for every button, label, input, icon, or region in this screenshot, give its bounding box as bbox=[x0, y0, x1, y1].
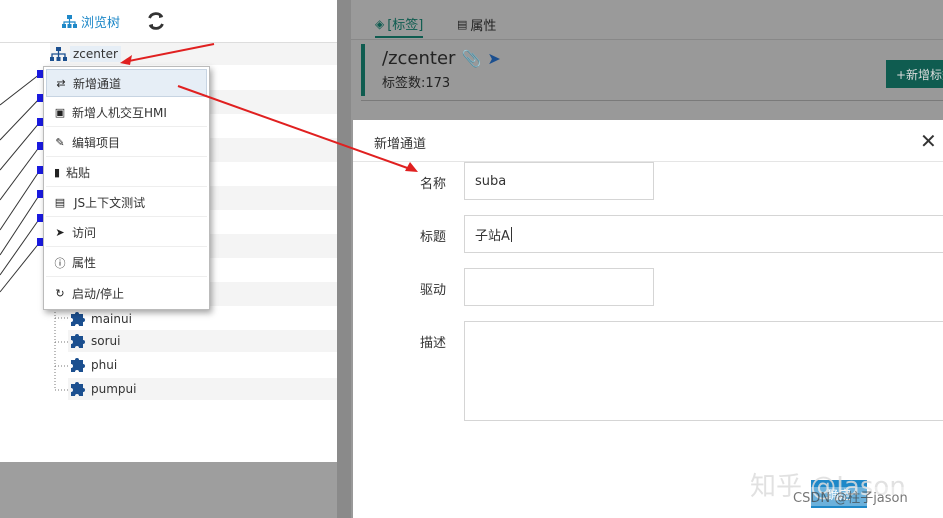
tab-bar: ◈ [标签] ▤ 属性 bbox=[351, 0, 943, 40]
menu-item-label: JS上下文测试 bbox=[74, 196, 146, 210]
puzzle-icon bbox=[71, 382, 85, 396]
title-input-value: 子站A bbox=[475, 228, 510, 244]
menu-item-label: 粘贴 bbox=[66, 166, 91, 180]
pencil-icon: ✎ bbox=[55, 136, 65, 149]
menu-item-paste[interactable]: ▮ 粘贴 bbox=[46, 159, 207, 187]
splitter[interactable] bbox=[337, 0, 351, 518]
paperclip-icon[interactable]: 📎 bbox=[461, 49, 481, 68]
tree-item-label: sorui bbox=[91, 334, 121, 348]
browse-tree-button[interactable]: 浏览树 bbox=[62, 12, 120, 31]
refresh-icon: ↻ bbox=[55, 286, 65, 300]
tags-icon: ◈ bbox=[375, 16, 385, 31]
tree-item-label: phui bbox=[91, 358, 118, 372]
puzzle-icon: ▣ bbox=[54, 106, 66, 119]
panel-path: /zcenter 📎 ➤ bbox=[382, 48, 501, 69]
table-header bbox=[361, 100, 943, 120]
tree-item-mainui[interactable]: mainui bbox=[68, 308, 337, 330]
tree-item-sorui[interactable]: sorui bbox=[68, 330, 337, 352]
sitemap-icon bbox=[50, 46, 67, 61]
tree-root-label: zcenter bbox=[70, 46, 121, 62]
send-icon: ➤ bbox=[55, 226, 65, 239]
refresh-button[interactable] bbox=[145, 10, 169, 32]
name-input[interactable]: suba bbox=[464, 162, 654, 200]
tree-item-label: mainui bbox=[91, 312, 132, 326]
tree-item-pumpui[interactable]: pumpui bbox=[68, 378, 337, 400]
panel-path-text: /zcenter bbox=[382, 48, 456, 69]
tree-connectors bbox=[0, 70, 44, 293]
tag-count: 标签数:173 bbox=[382, 76, 451, 91]
info-icon: ⓘ bbox=[54, 256, 66, 270]
title-label: 标题 bbox=[420, 230, 447, 245]
name-label: 名称 bbox=[420, 177, 447, 192]
close-icon[interactable]: ✕ bbox=[920, 129, 937, 153]
desc-label: 描述 bbox=[420, 336, 447, 351]
list-icon: ▤ bbox=[54, 196, 66, 209]
tree-item-label: pumpui bbox=[91, 382, 137, 396]
browse-tree-label: 浏览树 bbox=[81, 16, 121, 31]
puzzle-icon bbox=[71, 334, 85, 348]
menu-item-label: 新增人机交互HMI bbox=[72, 106, 167, 120]
desc-textarea[interactable] bbox=[464, 321, 943, 421]
sitemap-icon bbox=[62, 15, 77, 28]
dialog-header: 新增通道 ✕ bbox=[353, 120, 943, 162]
list-icon: ▤ bbox=[457, 18, 468, 31]
text-cursor bbox=[510, 226, 512, 242]
refresh-icon bbox=[148, 12, 164, 30]
panel-accent-bar bbox=[361, 44, 365, 96]
driver-input[interactable] bbox=[464, 268, 654, 306]
menu-item-label: 新增通道 bbox=[73, 76, 122, 91]
tree-root[interactable]: zcenter bbox=[50, 43, 337, 65]
menu-item-label: 启动/停止 bbox=[72, 286, 125, 301]
menu-item-properties[interactable]: ⓘ 属性 bbox=[46, 249, 207, 277]
menu-item-label: 访问 bbox=[72, 226, 97, 240]
driver-label: 驱动 bbox=[420, 283, 447, 298]
tree-item-phui[interactable]: phui bbox=[68, 354, 337, 376]
puzzle-icon bbox=[71, 312, 85, 326]
send-icon[interactable]: ➤ bbox=[487, 49, 500, 68]
tab-props[interactable]: ▤ 属性 bbox=[457, 15, 496, 34]
menu-item-label: 属性 bbox=[72, 256, 97, 270]
add-tag-button[interactable]: +新增标签 bbox=[886, 60, 943, 88]
tab-tags-label: [标签] bbox=[387, 18, 424, 33]
context-menu: ⇄ 新增通道 ▣ 新增人机交互HMI ✎ 编辑项目 ▮ 粘贴 ▤ JS上下文测试 ➤ 访问 … bbox=[43, 66, 210, 310]
dialog-title: 新增通道 bbox=[374, 137, 427, 152]
title-input[interactable]: 子站A bbox=[464, 215, 943, 253]
menu-item-start-stop[interactable]: ↻ 启动/停止 bbox=[46, 279, 207, 307]
add-channel-dialog: 新增通道 ✕ 名称 suba 标题 子站A 驱动 描述 确定 bbox=[353, 120, 943, 518]
shuffle-icon: ⇄ bbox=[56, 76, 66, 90]
menu-item-label: 编辑项目 bbox=[72, 136, 121, 150]
tab-tags[interactable]: ◈ [标签] bbox=[375, 14, 424, 38]
tab-props-label: 属性 bbox=[470, 19, 497, 34]
menu-item-js-test[interactable]: ▤ JS上下文测试 bbox=[46, 189, 207, 217]
watermark-sub: CSDN @柱子jason bbox=[793, 487, 908, 506]
menu-item-edit-project[interactable]: ✎ 编辑项目 bbox=[46, 129, 207, 157]
menu-item-visit[interactable]: ➤ 访问 bbox=[46, 219, 207, 247]
menu-item-add-channel[interactable]: ⇄ 新增通道 bbox=[46, 69, 207, 97]
left-panel-footer bbox=[0, 462, 337, 518]
menu-item-add-hmi[interactable]: ▣ 新增人机交互HMI bbox=[46, 99, 207, 127]
clipboard-icon: ▮ bbox=[53, 166, 61, 179]
puzzle-icon bbox=[71, 358, 85, 372]
